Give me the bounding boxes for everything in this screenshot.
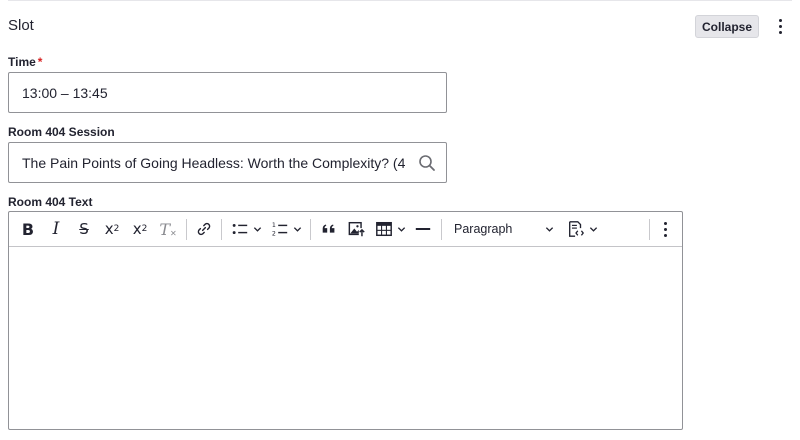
superscript-button[interactable]: x2	[98, 216, 126, 242]
source-code-icon	[568, 221, 584, 237]
slot-title: Slot	[8, 17, 34, 34]
session-label: Room 404 Session	[8, 125, 115, 139]
toolbar-separator	[221, 218, 222, 240]
session-field[interactable]	[8, 142, 447, 183]
toolbar-separator	[649, 219, 650, 240]
editor-content-area[interactable]	[9, 247, 682, 429]
session-input[interactable]	[9, 143, 446, 182]
text-label: Room 404 Text	[8, 195, 93, 209]
source-editing-button[interactable]	[562, 216, 602, 242]
image-upload-icon	[348, 221, 366, 237]
link-button[interactable]	[191, 216, 217, 242]
blockquote-button[interactable]	[315, 216, 343, 242]
link-icon	[197, 222, 211, 236]
time-label: Time *	[8, 55, 43, 69]
table-icon	[375, 221, 392, 237]
time-field[interactable]	[8, 72, 447, 113]
chevron-down-icon	[293, 226, 301, 232]
top-divider	[8, 0, 792, 1]
collapse-button[interactable]: Collapse	[695, 15, 759, 38]
paragraph-select-label: Paragraph	[454, 222, 513, 236]
time-input[interactable]	[9, 73, 446, 112]
paragraph-format-select[interactable]: Paragraph	[446, 216, 558, 242]
horizontal-line-button[interactable]	[409, 216, 437, 242]
chevron-down-icon	[545, 226, 554, 232]
insert-image-button[interactable]	[343, 216, 371, 242]
toolbar-separator	[310, 218, 311, 240]
remove-format-button[interactable]: T ✕	[154, 216, 182, 242]
chevron-down-icon	[253, 226, 261, 232]
chevron-down-icon	[397, 226, 405, 232]
italic-button[interactable]: I	[42, 216, 70, 242]
numbered-list-icon: 1 2	[271, 222, 287, 237]
slot-menu-icon[interactable]	[772, 16, 788, 36]
numbered-list-button[interactable]: 1 2	[266, 216, 306, 242]
chevron-down-icon	[589, 226, 597, 232]
horizontal-line-icon	[415, 228, 431, 230]
more-toolbar-items-icon[interactable]	[660, 219, 670, 239]
toolbar-separator	[186, 218, 187, 240]
bold-button[interactable]: B	[14, 216, 42, 242]
editor-toolbar: B I S x2 x2 T ✕ 1 2 Paragraph	[9, 212, 682, 247]
subscript-button[interactable]: x2	[126, 216, 154, 242]
svg-text:1: 1	[271, 222, 275, 229]
bulleted-list-button[interactable]	[226, 216, 266, 242]
bulleted-list-icon	[232, 223, 247, 235]
insert-table-button[interactable]	[371, 216, 409, 242]
required-marker: *	[37, 55, 43, 69]
svg-text:2: 2	[271, 230, 275, 237]
rich-text-editor[interactable]: B I S x2 x2 T ✕ 1 2 Paragraph	[8, 211, 683, 430]
strikethrough-button[interactable]: S	[70, 216, 98, 242]
search-icon[interactable]	[418, 154, 436, 172]
toolbar-separator	[441, 218, 442, 240]
quote-icon	[322, 224, 335, 233]
